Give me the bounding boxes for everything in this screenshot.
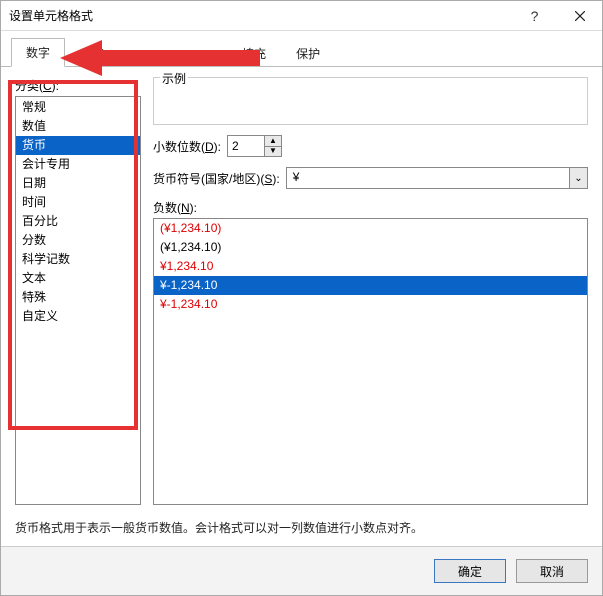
description-text: 货币格式用于表示一般货币数值。会计格式可以对一列数值进行小数点对齐。 — [15, 519, 588, 536]
help-button[interactable]: ? — [512, 1, 557, 30]
tab-alignment[interactable]: 对齐 — [65, 39, 119, 67]
negative-listbox[interactable]: (¥1,234.10) (¥1,234.10) ¥1,234.10 ¥-1,23… — [153, 218, 588, 505]
category-item[interactable]: 日期 — [16, 174, 140, 193]
negative-label: 负数(N): — [153, 199, 588, 216]
category-item[interactable]: 特殊 — [16, 288, 140, 307]
dialog-footer: 确定 取消 — [1, 546, 602, 595]
cancel-button[interactable]: 取消 — [516, 559, 588, 583]
close-icon — [575, 11, 585, 21]
category-item[interactable]: 分数 — [16, 231, 140, 250]
category-item[interactable]: 自定义 — [16, 307, 140, 326]
dialog-window: 设置单元格格式 ? 数字 对齐 字体 边框 填充 保护 分类(C): — [0, 0, 603, 596]
category-column: 分类(C): 常规 数值 货币 会计专用 日期 时间 百分比 分数 科学记数 文… — [15, 77, 141, 505]
negative-item[interactable]: (¥1,234.10) — [154, 238, 587, 257]
category-item[interactable]: 会计专用 — [16, 155, 140, 174]
tab-label: 对齐 — [80, 47, 104, 61]
tab-bar: 数字 对齐 字体 边框 填充 保护 — [1, 31, 602, 67]
window-title: 设置单元格格式 — [9, 7, 512, 24]
ok-button[interactable]: 确定 — [434, 559, 506, 583]
decimal-stepper[interactable]: ▲ ▼ — [227, 135, 282, 157]
spin-down-icon[interactable]: ▼ — [265, 147, 281, 157]
currency-symbol-row: 货币符号(国家/地区)(S): ¥ ⌄ — [153, 167, 588, 189]
category-item[interactable]: 数值 — [16, 117, 140, 136]
spin-up-icon[interactable]: ▲ — [265, 136, 281, 147]
decimal-row: 小数位数(D): ▲ ▼ — [153, 135, 588, 157]
category-item[interactable]: 科学记数 — [16, 250, 140, 269]
options-column: 示例 小数位数(D): ▲ ▼ — [153, 77, 588, 505]
currency-symbol-label: 货币符号(国家/地区)(S): — [153, 170, 280, 187]
negative-item[interactable]: ¥-1,234.10 — [154, 295, 587, 314]
upper-area: 分类(C): 常规 数值 货币 会计专用 日期 时间 百分比 分数 科学记数 文… — [15, 77, 588, 505]
negative-item[interactable]: ¥-1,234.10 — [154, 276, 587, 295]
decimal-label: 小数位数(D): — [153, 138, 221, 155]
negative-item[interactable]: ¥1,234.10 — [154, 257, 587, 276]
tab-label: 数字 — [26, 46, 50, 60]
category-item[interactable]: 货币 — [16, 136, 140, 155]
category-item[interactable]: 文本 — [16, 269, 140, 288]
category-listbox[interactable]: 常规 数值 货币 会计专用 日期 时间 百分比 分数 科学记数 文本 特殊 自定… — [15, 96, 141, 505]
tab-fill[interactable]: 填充 — [227, 39, 281, 67]
category-item[interactable]: 百分比 — [16, 212, 140, 231]
sample-legend: 示例 — [160, 70, 188, 87]
select-value: ¥ — [287, 168, 569, 188]
tab-label: 保护 — [296, 47, 320, 61]
tab-protection[interactable]: 保护 — [281, 39, 335, 67]
titlebar: 设置单元格格式 ? — [1, 1, 602, 31]
category-label: 分类(C): — [15, 77, 141, 94]
tab-label: 填充 — [242, 47, 266, 61]
negative-item[interactable]: (¥1,234.10) — [154, 219, 587, 238]
category-item[interactable]: 时间 — [16, 193, 140, 212]
currency-symbol-select[interactable]: ¥ ⌄ — [286, 167, 588, 189]
close-button[interactable] — [557, 1, 602, 30]
chevron-down-icon[interactable]: ⌄ — [569, 168, 587, 188]
tab-number[interactable]: 数字 — [11, 38, 65, 67]
dialog-body: 分类(C): 常规 数值 货币 会计专用 日期 时间 百分比 分数 科学记数 文… — [1, 67, 602, 546]
category-item[interactable]: 常规 — [16, 98, 140, 117]
decimal-input[interactable] — [228, 136, 264, 156]
sample-box: 示例 — [153, 77, 588, 125]
